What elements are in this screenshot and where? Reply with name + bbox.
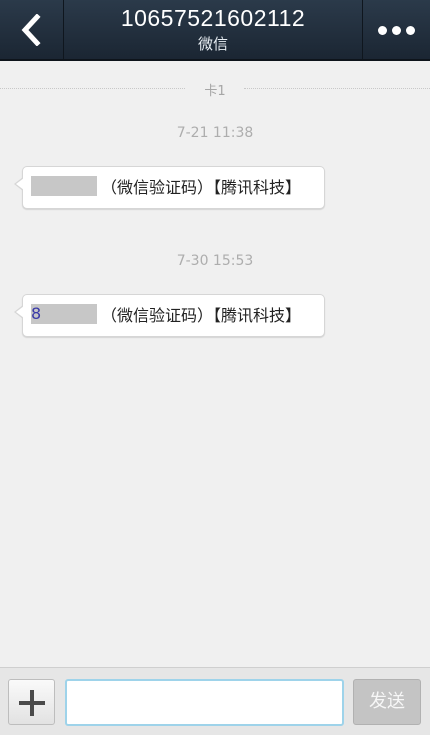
message-bubble[interactable]: 8 （微信验证码）【腾讯科技】	[14, 294, 325, 337]
top-bar: 10657521602112 微信	[0, 0, 430, 61]
message-timestamp: 7-21 11:38	[176, 125, 254, 141]
message-bubble[interactable]: （微信验证码）【腾讯科技】	[14, 166, 325, 209]
contact-name: 微信	[197, 35, 228, 53]
more-options-button[interactable]	[362, 0, 430, 59]
back-arrow-icon	[21, 14, 41, 46]
back-button[interactable]	[0, 0, 64, 59]
compose-bar: 发送	[0, 667, 430, 735]
contact-number: 10657521602112	[120, 5, 306, 31]
redacted-code: 8	[31, 304, 97, 324]
message-list[interactable]: 卡1 7-21 11:38 （微信验证码）【腾讯科技】 7-30 15:53 8…	[0, 61, 430, 667]
message-text: （微信验证码）【腾讯科技】	[101, 306, 302, 325]
redacted-code	[31, 176, 97, 196]
message-text: （微信验证码）【腾讯科技】	[101, 178, 302, 197]
code-leading-digit: 8	[31, 304, 42, 323]
conversation-title-area: 10657521602112 微信	[64, 0, 362, 59]
message-timestamp: 7-30 15:53	[176, 253, 254, 269]
message-input[interactable]	[65, 679, 344, 726]
add-attachment-button[interactable]	[8, 679, 55, 725]
send-button[interactable]: 发送	[353, 679, 421, 725]
sim-label: 卡1	[204, 84, 226, 99]
